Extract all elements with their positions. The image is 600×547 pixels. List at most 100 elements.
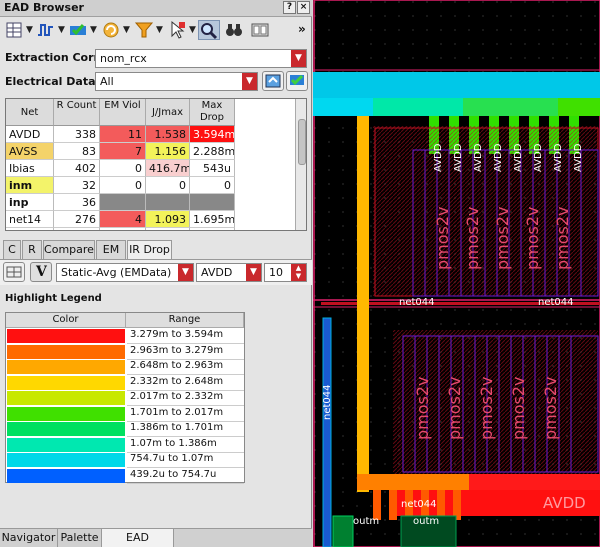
load-icon <box>265 74 281 88</box>
check-menu-button[interactable]: ▼ <box>68 20 98 40</box>
table-cell-max-drop[interactable]: 3.594m <box>190 126 235 143</box>
legend-swatch <box>7 468 125 483</box>
outm-label: outm <box>353 516 380 527</box>
ir-mode-value: Static-Avg (EMData) <box>61 266 172 279</box>
pointer-menu-button[interactable]: ▼ <box>167 20 197 40</box>
table-cell-net[interactable]: inm <box>6 177 54 194</box>
panel-title: EAD Browser <box>4 1 84 14</box>
table-cell-em-viol[interactable] <box>100 194 146 211</box>
ir-drop-controls: V Static-Avg (EMData) ▼ AVDD ▼ 10 ▲ ▼ <box>0 259 312 285</box>
scrollbar-thumb[interactable] <box>298 119 306 165</box>
table-cell-r-count[interactable]: 338 <box>54 126 100 143</box>
check-icon <box>70 24 86 36</box>
waveform-menu-button[interactable]: ▼ <box>36 20 66 40</box>
tab-c[interactable]: C <box>3 240 21 259</box>
chevron-down-icon: ▼ <box>246 264 261 281</box>
table-cell-em-viol[interactable]: 11 <box>100 126 146 143</box>
tab-palette[interactable]: Palette <box>58 529 102 547</box>
table-cell-j-jmax[interactable]: 1.156 <box>146 143 190 160</box>
spinner-arrows-icon[interactable]: ▲ ▼ <box>291 264 306 281</box>
table-cell-net[interactable]: AVDD <box>6 126 54 143</box>
avdd-pin-label: AVDD <box>453 143 464 172</box>
table-cell-em-viol[interactable]: 0 <box>100 228 146 230</box>
ir-net-value: AVDD <box>201 266 233 279</box>
table-cell-net[interactable]: net14 <box>6 211 54 228</box>
table-icon <box>6 22 22 38</box>
net-table-scrollbar[interactable] <box>295 99 306 230</box>
zoom-button[interactable] <box>198 20 220 40</box>
table-cell-j-jmax[interactable]: 416.7m <box>146 160 190 177</box>
table-cell-j-jmax[interactable] <box>146 194 190 211</box>
table-cell-net[interactable]: Ibias <box>6 160 54 177</box>
table-cell-net[interactable]: net7 <box>6 228 54 230</box>
filter-menu-button[interactable]: ▼ <box>134 20 164 40</box>
table-cell-em-viol[interactable]: 0 <box>100 177 146 194</box>
chevron-down-icon: ▼ <box>291 50 306 67</box>
legend-range: 1.386m to 1.701m <box>127 421 244 437</box>
legend-range: 754.7u to 1.07m <box>127 452 244 468</box>
binoculars-icon <box>226 24 242 36</box>
table-cell-r-count[interactable]: 36 <box>54 228 100 230</box>
ir-net-select[interactable]: AVDD ▼ <box>196 263 262 282</box>
electrical-dataset-select[interactable]: All ▼ <box>95 72 258 91</box>
tab-compare[interactable]: Compare <box>43 240 95 259</box>
filter-icon <box>134 22 154 38</box>
table-cell-r-count[interactable]: 402 <box>54 160 100 177</box>
toolbar-overflow-icon[interactable]: » <box>298 22 306 36</box>
table-cell-net[interactable]: AVSS <box>6 143 54 160</box>
col-header-net[interactable]: Net <box>6 99 54 126</box>
col-header-r-count[interactable]: R Count <box>54 99 100 126</box>
table-menu-button[interactable]: ▼ <box>4 20 34 40</box>
ir-mode-select[interactable]: Static-Avg (EMData) ▼ <box>56 263 194 282</box>
zoom-icon <box>201 23 218 40</box>
help-button[interactable]: ? <box>283 1 296 14</box>
legend-range: 2.648m to 2.963m <box>127 359 244 375</box>
table-cell-max-drop[interactable] <box>190 228 235 230</box>
dataset-options-button[interactable] <box>286 71 308 91</box>
net-table: Net R Count EM Viol J/Jmax Max Drop AVDD… <box>5 98 307 231</box>
highlight-legend-title: Highlight Legend <box>5 293 102 304</box>
col-header-max-drop[interactable]: Max Drop <box>190 99 235 126</box>
table-cell-max-drop[interactable]: 2.288m <box>190 143 235 160</box>
extraction-corner-select[interactable]: nom_rcx ▼ <box>95 49 307 68</box>
voltage-mode-button[interactable]: V <box>30 262 52 282</box>
tab-r[interactable]: R <box>22 240 42 259</box>
table-cell-r-count[interactable]: 83 <box>54 143 100 160</box>
layout-canvas[interactable]: pmos2v pmos2v pmos2v pmos2v pmos2v pmos2… <box>313 0 600 547</box>
grid-icon <box>6 266 22 278</box>
outm-label: outm <box>413 516 440 527</box>
table-cell-em-viol[interactable]: 7 <box>100 143 146 160</box>
col-header-em-viol[interactable]: EM Viol <box>100 99 146 126</box>
tab-navigator[interactable]: Navigator <box>0 529 58 547</box>
close-button[interactable]: × <box>297 1 310 14</box>
table-cell-max-drop[interactable] <box>190 194 235 211</box>
table-cell-max-drop[interactable]: 1.695m <box>190 211 235 228</box>
table-cell-net[interactable]: inp <box>6 194 54 211</box>
table-cell-j-jmax[interactable]: 0 <box>146 228 190 230</box>
net-label: net044 <box>399 297 435 308</box>
refresh-icon <box>103 22 119 38</box>
ir-bins-spinner[interactable]: 10 ▲ ▼ <box>264 263 307 282</box>
ead-browser-panel: EAD Browser ? × ▼ ▼ ▼ ▼ ▼ ▼ » Extraction… <box>0 0 312 547</box>
table-cell-em-viol[interactable]: 4 <box>100 211 146 228</box>
find-button[interactable] <box>224 20 246 40</box>
col-header-j-jmax[interactable]: J/Jmax <box>146 99 190 126</box>
table-cell-max-drop[interactable]: 0 <box>190 177 235 194</box>
ir-table-button[interactable] <box>3 262 25 282</box>
table-cell-j-jmax[interactable]: 1.093 <box>146 211 190 228</box>
refresh-menu-button[interactable]: ▼ <box>101 20 131 40</box>
table-cell-max-drop[interactable]: 543u <box>190 160 235 177</box>
table-cell-em-viol[interactable]: 0 <box>100 160 146 177</box>
legend-swatch <box>7 375 125 390</box>
table-cell-r-count[interactable]: 32 <box>54 177 100 194</box>
dataset-load-button[interactable] <box>262 71 284 91</box>
table-cell-r-count[interactable]: 36 <box>54 194 100 211</box>
tab-ir-drop[interactable]: IR Drop <box>127 240 172 260</box>
table-cell-j-jmax[interactable]: 1.538 <box>146 126 190 143</box>
tab-ead-browser[interactable]: EAD Browser <box>102 529 174 547</box>
panel-button[interactable] <box>250 20 272 40</box>
tab-em[interactable]: EM <box>96 240 126 259</box>
table-cell-r-count[interactable]: 276 <box>54 211 100 228</box>
table-cell-j-jmax[interactable]: 0 <box>146 177 190 194</box>
device-label: pmos2v <box>463 206 482 270</box>
